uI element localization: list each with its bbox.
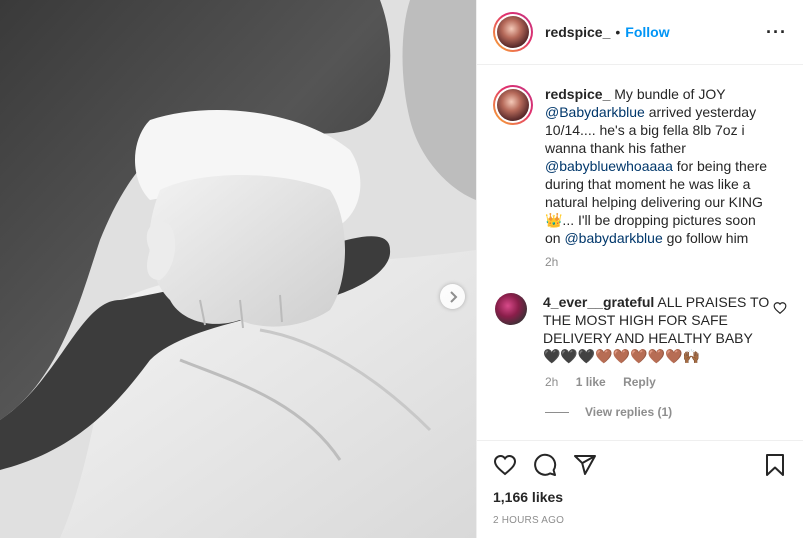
caption: redspice_ My bundle of JOY @Babydarkblue… (493, 85, 787, 247)
post-sidebar: redspice_ • Follow ··· redspice_ My bund… (476, 0, 803, 538)
comment-likes[interactable]: 1 like (576, 375, 606, 389)
action-bar (493, 441, 787, 489)
post-header: redspice_ • Follow ··· (477, 0, 803, 65)
mention-link[interactable]: @babybluewhoaaaa (545, 158, 673, 174)
author-avatar[interactable] (493, 12, 533, 52)
follow-button[interactable]: Follow (625, 24, 669, 40)
bookmark-icon[interactable] (763, 453, 787, 477)
comments-section[interactable]: redspice_ My bundle of JOY @Babydarkblue… (477, 65, 803, 440)
chevron-right-icon (449, 290, 457, 303)
comment-timestamp[interactable]: 2h (545, 375, 558, 389)
mention-link[interactable]: @babydarkblue (564, 230, 662, 246)
share-icon[interactable] (573, 453, 597, 477)
comment-icon[interactable] (533, 453, 557, 477)
heart-icon[interactable] (773, 301, 787, 315)
comment: 4_ever__grateful ALL PRAISES TO THE MOST… (493, 293, 787, 365)
commenter-avatar[interactable] (495, 293, 527, 325)
next-photo-button[interactable] (440, 284, 465, 309)
instagram-post: redspice_ • Follow ··· redspice_ My bund… (0, 0, 803, 538)
baby-hand-photo (0, 0, 476, 538)
comment-text: 4_ever__grateful ALL PRAISES TO THE MOST… (543, 293, 771, 365)
caption-avatar[interactable] (493, 85, 533, 125)
comment-meta: 2h 1 like Reply (545, 375, 787, 389)
replies-divider (545, 411, 569, 413)
commenter-username[interactable]: 4_ever__grateful (543, 294, 654, 310)
view-replies-button[interactable]: View replies (1) (545, 405, 787, 419)
author-username[interactable]: redspice_ (545, 24, 610, 40)
caption-username[interactable]: redspice_ (545, 86, 610, 102)
likes-count[interactable]: 1,166 likes (493, 489, 787, 505)
more-options-button[interactable]: ··· (766, 22, 787, 43)
post-time-ago[interactable]: 2 HOURS AGO (493, 515, 787, 526)
caption-text-part: My bundle of JOY (610, 86, 726, 102)
reply-button[interactable]: Reply (623, 375, 656, 389)
post-photo[interactable] (0, 0, 476, 538)
mention-link[interactable]: @Babydarkblue (545, 104, 645, 120)
header-separator: • (615, 24, 621, 40)
heart-icon[interactable] (493, 453, 517, 477)
caption-timestamp[interactable]: 2h (545, 255, 558, 269)
post-footer: 1,166 likes 2 HOURS AGO (477, 440, 803, 538)
caption-text: redspice_ My bundle of JOY @Babydarkblue… (545, 85, 773, 247)
caption-meta: 2h (545, 255, 787, 269)
view-replies-label: View replies (1) (585, 405, 673, 419)
caption-text-part: go follow him (662, 230, 749, 246)
